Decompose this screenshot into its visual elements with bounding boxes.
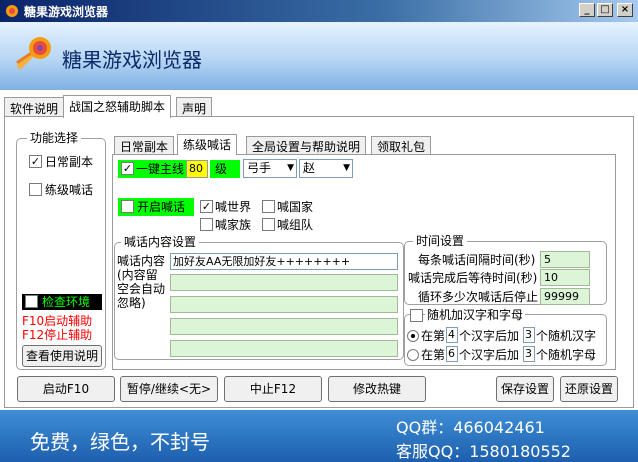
slogan-text: 免费，绿色，不封号 xyxy=(30,430,210,454)
daily-dungeon-checkbox[interactable]: ✓ xyxy=(29,155,42,168)
shout-content-title: 喊话内容设置 xyxy=(121,235,200,249)
tab-war-script[interactable]: 战国之怒辅助脚本 xyxy=(63,95,172,118)
hotkey-start-text: F10启动辅助 xyxy=(22,314,93,328)
shout-content-input-3[interactable] xyxy=(170,296,398,313)
random-opt2-suffix: 个随机字母 xyxy=(536,348,597,362)
random-opt2-position-input[interactable]: 6 xyxy=(446,346,458,362)
maximize-button[interactable]: □ xyxy=(597,3,613,17)
close-button[interactable]: × xyxy=(617,3,633,17)
random-opt2-count-input[interactable]: 3 xyxy=(523,346,535,362)
shout-content-input-1[interactable]: 加好友AA无限加好友++++++++ xyxy=(170,253,398,270)
chevron-down-icon[interactable]: ▼ xyxy=(343,160,350,177)
shout-nation-label: 喊国家 xyxy=(277,200,314,214)
tab-statement[interactable]: 声明 xyxy=(176,97,213,117)
footer-banner: 免费，绿色，不封号 QQ群：466042461 客服QQ：1580180552 xyxy=(0,410,638,462)
tab-level-shout[interactable]: 练级喊话 xyxy=(177,134,238,155)
usage-guide-button[interactable]: 查看使用说明 xyxy=(22,345,102,367)
qq-group-text: QQ群：466042461 xyxy=(396,418,545,437)
app-icon xyxy=(6,5,18,17)
shout-world-label: 喊世界 xyxy=(215,200,252,214)
outer-tab-bar: 软件说明 战国之怒辅助脚本 声明 xyxy=(0,95,638,118)
random-opt1-mid: 个汉字后加 xyxy=(459,329,520,343)
random-title: 随机加汉字和字母 xyxy=(425,308,526,322)
mainline-level-input[interactable]: 80 xyxy=(186,160,208,178)
tab-software-info[interactable]: 软件说明 xyxy=(4,97,65,117)
check-env-bar[interactable]: 检查环境 xyxy=(22,294,102,310)
candy-logo-icon xyxy=(16,37,51,69)
level-shout-label: 练级喊话 xyxy=(45,183,94,197)
level-shout-checkbox[interactable] xyxy=(29,183,42,196)
hotkey-stop-text: F12停止辅助 xyxy=(22,328,93,342)
level-unit-label: 级 xyxy=(215,162,228,176)
shout-nation-checkbox[interactable] xyxy=(262,200,275,213)
mainline-checkbox[interactable]: ✓ xyxy=(121,162,134,175)
chevron-down-icon[interactable]: ▼ xyxy=(287,160,294,177)
start-button[interactable]: 启动F10 xyxy=(17,376,115,402)
minimize-button[interactable]: _ xyxy=(579,3,595,17)
mainline-label: 一键主线 xyxy=(136,162,185,176)
service-qq-text: 客服QQ：1580180552 xyxy=(396,442,571,461)
save-settings-button[interactable]: 保存设置 xyxy=(496,376,554,402)
shout-content-hint: (内容留空会自动忽略) xyxy=(117,268,166,310)
stop-button[interactable]: 中止F12 xyxy=(224,376,322,402)
check-env-checkbox[interactable] xyxy=(25,295,38,308)
modify-hotkey-button[interactable]: 修改热键 xyxy=(328,376,426,402)
wait-input[interactable]: 10 xyxy=(540,269,590,286)
interval-label: 每条喊话间隔时间(秒) xyxy=(418,253,536,267)
shout-content-input-4[interactable] xyxy=(170,318,398,335)
shout-team-checkbox[interactable] xyxy=(262,218,275,231)
restore-settings-button[interactable]: 还原设置 xyxy=(560,376,618,402)
shout-content-input-5[interactable] xyxy=(170,340,398,357)
app-header: 糖果游戏浏览器 xyxy=(0,22,638,90)
nation-select-value: 赵 xyxy=(303,161,316,175)
tab-daily-dungeon[interactable]: 日常副本 xyxy=(114,136,175,154)
shout-world-checkbox[interactable]: ✓ xyxy=(200,200,213,213)
random-opt1-prefix: 在第 xyxy=(421,329,446,343)
random-option-2-radio[interactable] xyxy=(407,349,419,361)
check-env-label: 检查环境 xyxy=(42,295,91,309)
window-title: 糖果游戏浏览器 xyxy=(24,5,109,19)
title-bar: 糖果游戏浏览器 _ □ × xyxy=(0,0,638,22)
random-opt1-suffix: 个随机汉字 xyxy=(536,329,597,343)
wait-label: 喊话完成后等待时间(秒) xyxy=(408,271,538,285)
interval-input[interactable]: 5 xyxy=(540,251,590,268)
class-select-value: 弓手 xyxy=(247,161,272,175)
random-opt1-count-input[interactable]: 3 xyxy=(523,327,535,343)
shout-family-label: 喊家族 xyxy=(215,218,252,232)
function-select-title: 功能选择 xyxy=(27,131,82,145)
app-name: 糖果游戏浏览器 xyxy=(62,48,202,72)
shout-content-input-2[interactable] xyxy=(170,274,398,291)
random-opt2-mid: 个汉字后加 xyxy=(459,348,520,362)
stop-after-input[interactable]: 99999 xyxy=(540,288,590,305)
random-option-1-radio[interactable] xyxy=(407,330,419,342)
random-opt1-position-input[interactable]: 4 xyxy=(446,327,458,343)
class-select[interactable]: 弓手 ▼ xyxy=(243,159,297,178)
shout-family-checkbox[interactable] xyxy=(200,218,213,231)
random-checkbox[interactable] xyxy=(410,309,423,322)
daily-dungeon-label: 日常副本 xyxy=(45,155,94,169)
shout-content-label: 喊话内容 xyxy=(117,254,166,268)
stop-after-label: 循环多少次喊话后停止 xyxy=(418,290,539,304)
tab-claim-gift[interactable]: 领取礼包 xyxy=(371,136,432,154)
time-settings-title: 时间设置 xyxy=(413,234,468,248)
tab-global-settings[interactable]: 全局设置与帮助说明 xyxy=(246,136,367,154)
nation-select[interactable]: 赵 ▼ xyxy=(299,159,353,178)
open-shout-checkbox[interactable] xyxy=(121,200,134,213)
random-opt2-prefix: 在第 xyxy=(421,348,446,362)
pause-continue-button[interactable]: 暂停/继续<无> xyxy=(120,376,218,402)
shout-team-label: 喊组队 xyxy=(277,218,314,232)
open-shout-label: 开启喊话 xyxy=(137,200,186,214)
